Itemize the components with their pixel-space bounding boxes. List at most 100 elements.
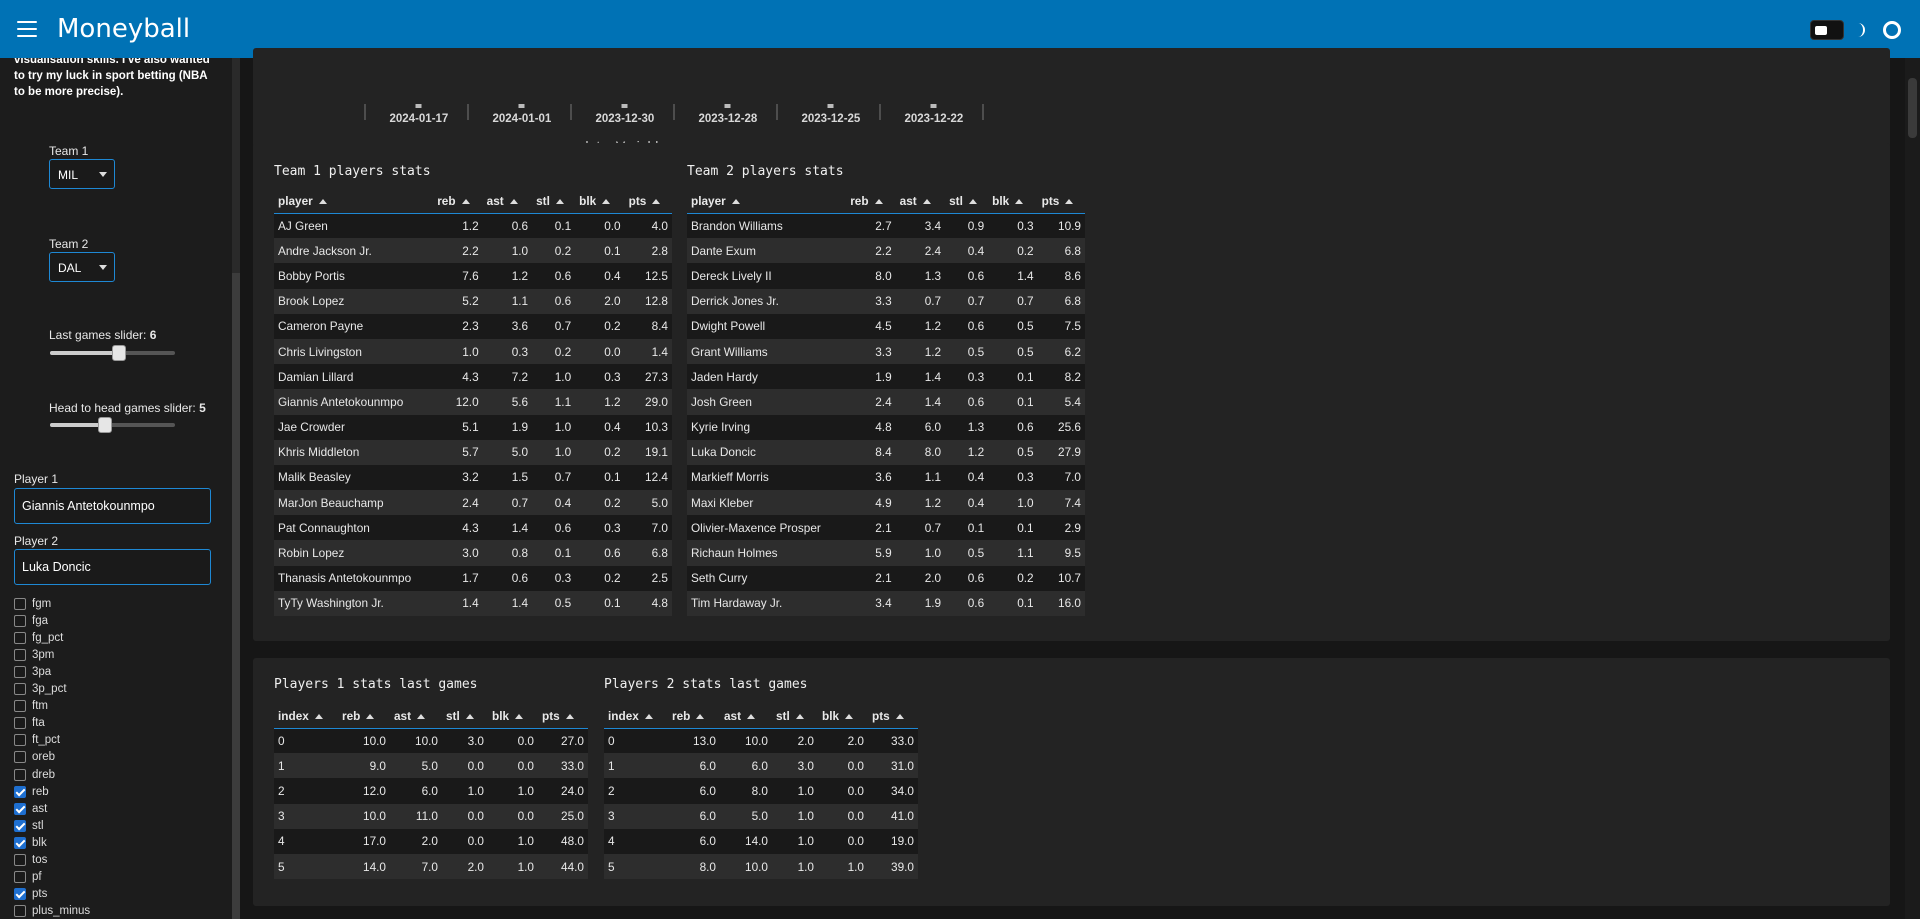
sort-arrow-icon[interactable] bbox=[366, 714, 375, 720]
column-header-stl[interactable]: stl bbox=[945, 189, 989, 214]
stat-checkbox-ftm[interactable]: ftm bbox=[14, 698, 48, 715]
column-header-index[interactable]: index bbox=[274, 704, 338, 729]
sort-arrow-icon[interactable] bbox=[652, 199, 661, 205]
stat-checkbox-tos[interactable]: tos bbox=[14, 852, 47, 869]
stat-checkbox-3p-pct[interactable]: 3p_pct bbox=[14, 681, 67, 698]
checkbox[interactable] bbox=[14, 768, 26, 781]
checkbox[interactable] bbox=[14, 597, 26, 610]
sort-arrow-icon[interactable] bbox=[555, 199, 564, 205]
checkbox[interactable] bbox=[14, 665, 26, 678]
last-games-slider-handle[interactable] bbox=[112, 345, 126, 361]
stat-checkbox-stl[interactable]: stl bbox=[14, 817, 44, 834]
column-header-pts[interactable]: pts bbox=[538, 704, 588, 729]
team2-select[interactable]: DAL bbox=[49, 252, 115, 282]
sort-arrow-icon[interactable] bbox=[565, 714, 574, 720]
sort-arrow-icon[interactable] bbox=[895, 714, 904, 720]
checkbox[interactable] bbox=[14, 854, 26, 866]
column-header-pts[interactable]: pts bbox=[868, 704, 918, 729]
stat-checkbox-ast[interactable]: ast bbox=[14, 800, 47, 817]
column-header-pts[interactable]: pts bbox=[624, 189, 672, 214]
player2-input[interactable]: Luka Doncic bbox=[14, 549, 211, 585]
sort-arrow-icon[interactable] bbox=[602, 199, 611, 205]
column-header-reb[interactable]: reb bbox=[433, 189, 483, 214]
sort-arrow-icon[interactable] bbox=[747, 714, 756, 720]
stat-checkbox-blk[interactable]: blk bbox=[14, 834, 47, 851]
column-header-pts[interactable]: pts bbox=[1037, 189, 1085, 214]
checkbox[interactable] bbox=[14, 717, 26, 730]
checkbox[interactable] bbox=[14, 802, 26, 815]
stat-checkbox-pf[interactable]: pf bbox=[14, 869, 42, 886]
column-header-stl[interactable]: stl bbox=[442, 704, 488, 729]
sort-arrow-icon[interactable] bbox=[1065, 199, 1074, 205]
theme-toggle-switch[interactable] bbox=[1810, 20, 1844, 40]
checkbox[interactable] bbox=[14, 751, 26, 764]
h2h-slider[interactable] bbox=[50, 417, 175, 433]
stat-checkbox-fga[interactable]: fga bbox=[14, 612, 48, 629]
checkbox[interactable] bbox=[14, 888, 26, 901]
column-header-stl[interactable]: stl bbox=[532, 189, 576, 214]
sort-arrow-icon[interactable] bbox=[314, 714, 323, 720]
column-header-stl[interactable]: stl bbox=[772, 704, 818, 729]
column-header-ast[interactable]: ast bbox=[895, 189, 946, 214]
stat-checkbox-fta[interactable]: fta bbox=[14, 715, 45, 732]
sort-arrow-icon[interactable] bbox=[644, 714, 653, 720]
stat-checkbox-ft-pct[interactable]: ft_pct bbox=[14, 732, 60, 749]
checkbox[interactable] bbox=[14, 836, 26, 849]
sort-arrow-icon[interactable] bbox=[318, 199, 327, 205]
column-header-blk[interactable]: blk bbox=[488, 704, 538, 729]
sort-arrow-icon[interactable] bbox=[1015, 199, 1024, 205]
checkbox[interactable] bbox=[14, 683, 26, 695]
sort-arrow-icon[interactable] bbox=[417, 714, 426, 720]
checkbox[interactable] bbox=[14, 819, 26, 832]
column-header-blk[interactable]: blk bbox=[575, 189, 625, 214]
stat-checkbox-dreb[interactable]: dreb bbox=[14, 766, 55, 783]
sidebar-scrollbar-thumb[interactable] bbox=[232, 273, 240, 919]
sort-arrow-icon[interactable] bbox=[874, 199, 883, 205]
player1-input[interactable]: Giannis Antetokounmpo bbox=[14, 488, 211, 524]
checkbox[interactable] bbox=[14, 700, 26, 713]
main-scrollbar[interactable] bbox=[1905, 58, 1920, 919]
column-header-player[interactable]: player bbox=[687, 189, 847, 214]
stat-checkbox-plus-minus[interactable]: plus_minus bbox=[14, 903, 90, 919]
checkbox[interactable] bbox=[14, 734, 26, 747]
checkbox[interactable] bbox=[14, 631, 26, 644]
column-header-index[interactable]: index bbox=[604, 704, 668, 729]
sort-arrow-icon[interactable] bbox=[845, 714, 854, 720]
checkbox[interactable] bbox=[14, 871, 26, 884]
column-header-reb[interactable]: reb bbox=[846, 189, 896, 214]
column-header-ast[interactable]: ast bbox=[390, 704, 442, 729]
checkbox[interactable] bbox=[14, 648, 26, 661]
sort-arrow-icon[interactable] bbox=[696, 714, 705, 720]
hamburger-menu-icon[interactable] bbox=[17, 21, 37, 37]
sort-arrow-icon[interactable] bbox=[515, 714, 524, 720]
checkbox[interactable] bbox=[14, 785, 26, 798]
sort-arrow-icon[interactable] bbox=[509, 199, 518, 205]
column-header-blk[interactable]: blk bbox=[988, 189, 1038, 214]
stat-checkbox-3pa[interactable]: 3pa bbox=[14, 663, 51, 680]
stat-checkbox-fg-pct[interactable]: fg_pct bbox=[14, 629, 63, 646]
sort-arrow-icon[interactable] bbox=[795, 714, 804, 720]
stat-checkbox-3pm[interactable]: 3pm bbox=[14, 646, 54, 663]
last-games-slider[interactable] bbox=[50, 345, 175, 361]
moon-icon[interactable] bbox=[1852, 21, 1870, 39]
sort-arrow-icon[interactable] bbox=[922, 199, 931, 205]
sort-arrow-icon[interactable] bbox=[461, 199, 470, 205]
column-header-reb[interactable]: reb bbox=[338, 704, 390, 729]
sort-arrow-icon[interactable] bbox=[465, 714, 474, 720]
stat-checkbox-fgm[interactable]: fgm bbox=[14, 595, 51, 612]
light-mode-circle-icon[interactable] bbox=[1883, 21, 1901, 39]
stat-checkbox-oreb[interactable]: oreb bbox=[14, 749, 55, 766]
stat-checkbox-reb[interactable]: reb bbox=[14, 783, 49, 800]
sidebar-scrollbar[interactable] bbox=[232, 58, 240, 919]
stat-checkbox-pts[interactable]: pts bbox=[14, 886, 47, 903]
column-header-ast[interactable]: ast bbox=[720, 704, 772, 729]
h2h-slider-handle[interactable] bbox=[98, 417, 112, 433]
sort-arrow-icon[interactable] bbox=[731, 199, 740, 205]
main-scrollbar-thumb[interactable] bbox=[1908, 78, 1917, 138]
column-header-reb[interactable]: reb bbox=[668, 704, 720, 729]
team1-select[interactable]: MIL bbox=[49, 159, 115, 189]
sort-arrow-icon[interactable] bbox=[968, 199, 977, 205]
checkbox[interactable] bbox=[14, 905, 26, 918]
column-header-blk[interactable]: blk bbox=[818, 704, 868, 729]
column-header-player[interactable]: player bbox=[274, 189, 434, 214]
